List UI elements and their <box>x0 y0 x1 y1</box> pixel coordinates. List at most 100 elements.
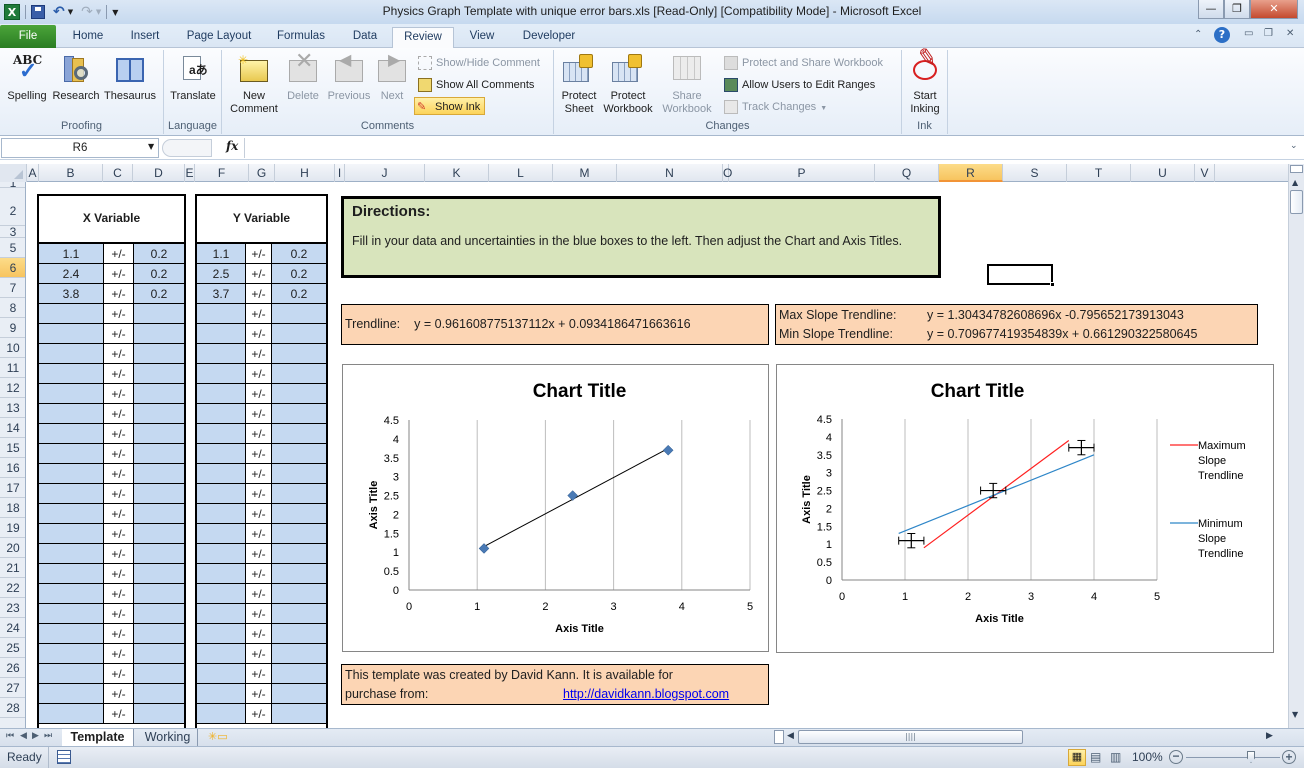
row-header-15[interactable]: 15 <box>0 438 25 458</box>
y-uncertainty-cell[interactable] <box>272 404 326 424</box>
x-uncertainty-cell[interactable] <box>134 704 184 724</box>
row-header-8[interactable]: 8 <box>0 298 25 318</box>
show-hide-comment-button[interactable]: Show/Hide Comment <box>416 54 540 72</box>
tab-home[interactable]: Home <box>64 27 112 48</box>
zoom-slider[interactable] <box>1186 751 1280 763</box>
row-header-24[interactable]: 24 <box>0 618 25 638</box>
x-value-cell[interactable] <box>39 544 104 564</box>
y-uncertainty-cell[interactable] <box>272 344 326 364</box>
x-uncertainty-cell[interactable] <box>134 384 184 404</box>
chart-data-trendline[interactable]: Chart Title 0 1 2 3 4 5 0 0.5 1 1.5 2 2.5 3 3.5 4 4.5 Axi… <box>342 364 769 652</box>
y-value-cell[interactable] <box>197 464 246 484</box>
column-header-u[interactable]: U <box>1131 164 1195 182</box>
row-header-22[interactable]: 22 <box>0 578 25 598</box>
name-box-dropdown-icon[interactable]: ▼ <box>148 142 154 151</box>
tab-page-layout[interactable]: Page Layout <box>180 27 258 48</box>
tab-developer[interactable]: Developer <box>514 27 584 48</box>
column-header-p[interactable]: P <box>729 164 875 182</box>
y-value-cell[interactable] <box>197 644 246 664</box>
y-uncertainty-cell[interactable]: 0.2 <box>272 284 326 304</box>
thesaurus-button[interactable]: Thesaurus <box>102 52 158 103</box>
macro-record-icon[interactable] <box>57 750 71 764</box>
active-cell-r6[interactable] <box>987 264 1055 287</box>
column-header-f[interactable]: F <box>195 164 249 182</box>
y-uncertainty-cell[interactable] <box>272 684 326 704</box>
x-uncertainty-cell[interactable] <box>134 504 184 524</box>
zoom-out-button[interactable]: − <box>1169 750 1183 764</box>
y-value-cell[interactable] <box>197 684 246 704</box>
row-header-16[interactable]: 16 <box>0 458 25 478</box>
x-uncertainty-cell[interactable] <box>134 484 184 504</box>
x-value-cell[interactable] <box>39 304 104 324</box>
column-header-r[interactable]: R <box>939 164 1003 182</box>
x-uncertainty-cell[interactable] <box>134 604 184 624</box>
column-header-a[interactable]: A <box>27 164 39 182</box>
x-uncertainty-cell[interactable]: 0.2 <box>134 244 184 264</box>
y-value-cell[interactable] <box>197 544 246 564</box>
insert-function-button[interactable]: fx <box>226 139 238 153</box>
sheet-tab-template[interactable]: Template <box>62 729 134 746</box>
first-sheet-icon[interactable]: ⏮ <box>6 731 14 741</box>
translate-button[interactable]: aあ Translate <box>168 52 218 103</box>
last-sheet-icon[interactable]: ⏭ <box>44 731 52 741</box>
x-uncertainty-cell[interactable] <box>134 524 184 544</box>
y-value-cell[interactable] <box>197 364 246 384</box>
tab-insert[interactable]: Insert <box>122 27 168 48</box>
minimize-button[interactable]: — <box>1198 0 1224 19</box>
close-button[interactable]: ✕ <box>1250 0 1298 19</box>
prev-sheet-icon[interactable]: ◀ <box>20 731 27 741</box>
protect-workbook-button[interactable]: Protect Workbook <box>600 52 656 116</box>
row-header-10[interactable]: 10 <box>0 338 25 358</box>
x-value-cell[interactable]: 2.4 <box>39 264 104 284</box>
x-uncertainty-cell[interactable] <box>134 564 184 584</box>
row-header-2[interactable]: 2 <box>0 188 25 226</box>
x-value-cell[interactable]: 3.8 <box>39 284 104 304</box>
horizontal-scrollbar-track[interactable]: |||| <box>798 730 1286 744</box>
y-uncertainty-cell[interactable] <box>272 524 326 544</box>
y-uncertainty-cell[interactable] <box>272 424 326 444</box>
x-uncertainty-cell[interactable] <box>134 404 184 424</box>
column-header-e[interactable]: E <box>185 164 195 182</box>
y-value-cell[interactable] <box>197 584 246 604</box>
credit-link[interactable]: http://davidkann.blogspot.com <box>563 685 729 704</box>
x-uncertainty-cell[interactable] <box>134 584 184 604</box>
x-uncertainty-cell[interactable]: 0.2 <box>134 264 184 284</box>
x-value-cell[interactable] <box>39 644 104 664</box>
row-header-19[interactable]: 19 <box>0 518 25 538</box>
x-value-cell[interactable] <box>39 384 104 404</box>
x-uncertainty-cell[interactable] <box>134 664 184 684</box>
x-uncertainty-cell[interactable] <box>134 464 184 484</box>
chart-slope-trendlines[interactable]: Chart Title 0 1 2 3 4 5 0 0.5 1 1.5 2 2.5 3 3.5 4 4.5 Axi… <box>776 364 1274 653</box>
y-uncertainty-cell[interactable] <box>272 364 326 384</box>
scroll-up-icon[interactable]: ▲ <box>1292 178 1298 187</box>
scroll-down-icon[interactable]: ▼ <box>1292 710 1298 719</box>
x-value-cell[interactable] <box>39 404 104 424</box>
x-uncertainty-cell[interactable] <box>134 364 184 384</box>
help-icon[interactable]: ? <box>1214 27 1230 43</box>
y-uncertainty-cell[interactable] <box>272 444 326 464</box>
scroll-right-icon[interactable]: ▶ <box>1266 731 1273 741</box>
fill-handle[interactable] <box>1050 282 1055 287</box>
column-header-t[interactable]: T <box>1067 164 1131 182</box>
x-uncertainty-cell[interactable] <box>134 644 184 664</box>
start-inking-button[interactable]: ✎ Start Inking <box>904 43 946 116</box>
spelling-button[interactable]: ABC ✓ Spelling <box>4 52 50 103</box>
x-uncertainty-cell[interactable] <box>134 304 184 324</box>
column-header-q[interactable]: Q <box>875 164 939 182</box>
vertical-scroll-thumb[interactable] <box>1290 190 1303 214</box>
x-value-cell[interactable] <box>39 484 104 504</box>
y-value-cell[interactable] <box>197 624 246 644</box>
y-uncertainty-cell[interactable] <box>272 544 326 564</box>
next-comment-button[interactable]: ▶ Next <box>374 52 410 103</box>
x-uncertainty-cell[interactable] <box>134 624 184 644</box>
column-header-l[interactable]: L <box>489 164 553 182</box>
row-header-14[interactable]: 14 <box>0 418 25 438</box>
row-header-3[interactable]: 3 <box>0 226 25 238</box>
horizontal-scroll-thumb[interactable]: |||| <box>798 730 1023 744</box>
formula-input[interactable] <box>244 138 1288 158</box>
y-uncertainty-cell[interactable] <box>272 384 326 404</box>
x-value-cell[interactable] <box>39 704 104 724</box>
y-uncertainty-cell[interactable] <box>272 584 326 604</box>
row-header-9[interactable]: 9 <box>0 318 25 338</box>
restore-button[interactable]: ❐ <box>1224 0 1250 19</box>
